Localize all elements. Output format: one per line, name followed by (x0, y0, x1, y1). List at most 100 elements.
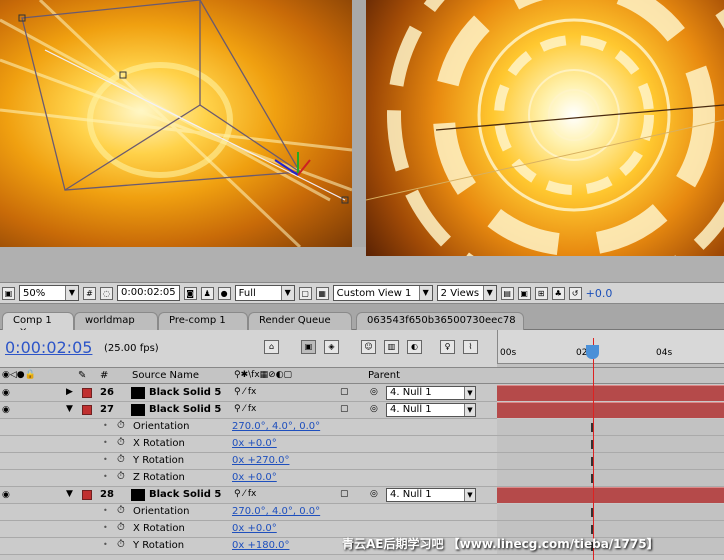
mask-visibility-icon[interactable]: ◌ (100, 286, 113, 300)
label-color-swatch[interactable] (82, 490, 92, 500)
property-value[interactable]: 0x +270.0° (232, 455, 289, 466)
toggle-pixel-aspect-icon[interactable]: ▤ (500, 286, 514, 300)
view-dropdown[interactable]: Custom View 1 ▼ (332, 285, 433, 301)
3d-layer-icon[interactable]: ▢ (340, 387, 349, 397)
layout-dropdown[interactable]: 2 Views ▼ (436, 285, 497, 301)
source-name-header[interactable]: Source Name (132, 370, 199, 381)
label-column-icon[interactable]: ✎ (78, 370, 86, 381)
property-row[interactable]: • ⏱ X Rotation 0x +0.0° (0, 436, 497, 453)
property-lane[interactable] (497, 504, 724, 521)
av-features-icon[interactable]: ◉◁●🔒 (2, 370, 36, 380)
frame-blending-icon[interactable]: ▥ (384, 340, 399, 354)
zoom-dropdown[interactable]: 50% ▼ (19, 285, 79, 301)
pickwhip-icon[interactable]: ◎ (370, 404, 378, 414)
stopwatch-icon[interactable]: ⏱ (117, 505, 125, 516)
layer-duration-bar[interactable] (497, 402, 724, 418)
dot-icon: • (103, 455, 108, 464)
twirl-open-icon[interactable]: ▼ (66, 404, 73, 414)
brainstorm-icon[interactable]: ♀ (440, 340, 455, 354)
layer-switches-icons[interactable]: ⚲ ⁄ fx (234, 489, 256, 499)
transparency-grid-icon[interactable]: ▦ (315, 286, 329, 300)
region-of-interest-icon[interactable]: ▢ (298, 286, 312, 300)
stopwatch-icon[interactable]: ⏱ (117, 539, 125, 550)
tab-pre-comp-1[interactable]: Pre-comp 1 (158, 312, 248, 330)
property-value[interactable]: 0x +0.0° (232, 438, 277, 449)
layer-switches-icons[interactable]: ⚲ ⁄ fx (234, 404, 256, 414)
tab-comp-1[interactable]: Comp 1 × (2, 312, 74, 337)
draft-3d-icon[interactable]: ◈ (324, 340, 339, 354)
pickwhip-icon[interactable]: ◎ (370, 489, 378, 499)
layer-switches-icons[interactable]: ⚲ ⁄ fx (234, 387, 256, 397)
comp-flowchart-icon[interactable]: ♣ (551, 286, 565, 300)
layer-row[interactable]: ◉ ▼ 27 Black Solid 5 ⚲ ⁄ fx ▢ ◎ 4. Null 1 ▼ (0, 402, 497, 419)
property-row[interactable]: • ⏱ Y Rotation 0x +270.0° (0, 453, 497, 470)
layer-row[interactable]: ◉ ▶ 26 Black Solid 5 ⚲ ⁄ fx ▢ ◎ 4. Null 1 ▼ (0, 385, 497, 402)
current-time-display[interactable]: 0:00:02:05 (5, 338, 92, 357)
parent-dropdown[interactable]: 4. Null 1 ▼ (386, 386, 476, 400)
tab-render-queue[interactable]: Render Queue (248, 312, 352, 330)
always-preview-icon[interactable]: ▣ (2, 286, 15, 300)
eye-icon[interactable]: ◉ (2, 490, 10, 500)
show-snapshot-icon[interactable]: ♟ (200, 286, 214, 300)
layer-name[interactable]: Black Solid 5 (149, 489, 221, 500)
property-lane[interactable] (497, 470, 724, 487)
switches-header-icons[interactable]: ⚲✱\fx▦⊘◐▢ (234, 370, 292, 380)
layer-number-header[interactable]: # (100, 370, 108, 381)
tab-worldmap[interactable]: worldmap (74, 312, 158, 330)
channel-icon[interactable]: ● (217, 286, 231, 300)
grid-overlay-icon[interactable]: # (83, 286, 96, 300)
stopwatch-icon[interactable]: ⏱ (117, 471, 125, 482)
resolution-dropdown[interactable]: Full ▼ (234, 285, 295, 301)
live-update-icon[interactable]: ▣ (301, 340, 316, 354)
property-row[interactable]: • ⏱ Orientation 270.0°, 4.0°, 0.0° (0, 504, 497, 521)
eye-icon[interactable]: ◉ (2, 388, 10, 398)
property-lane[interactable] (497, 436, 724, 453)
left-viewer-canvas[interactable] (0, 0, 352, 247)
exposure-value[interactable]: +0.0 (586, 287, 613, 300)
layer-row[interactable]: ◉ ▼ 28 Black Solid 5 ⚲ ⁄ fx ▢ ◎ 4. Null 1 ▼ (0, 487, 497, 504)
label-color-swatch[interactable] (82, 405, 92, 415)
3d-layer-icon[interactable]: ▢ (340, 489, 349, 499)
property-value[interactable]: 0x +0.0° (232, 472, 277, 483)
property-value[interactable]: 270.0°, 4.0°, 0.0° (232, 421, 320, 432)
stopwatch-icon[interactable]: ⏱ (117, 420, 125, 431)
property-value[interactable]: 0x +180.0° (232, 540, 289, 551)
comp-mini-flowchart-icon[interactable]: ⌂ (264, 340, 279, 354)
property-lane[interactable] (497, 419, 724, 436)
3d-layer-icon[interactable]: ▢ (340, 404, 349, 414)
fast-previews-icon[interactable]: ▣ (517, 286, 531, 300)
motion-blur-icon[interactable]: ◐ (407, 340, 422, 354)
parent-dropdown[interactable]: 4. Null 1 ▼ (386, 488, 476, 502)
right-viewer-canvas[interactable] (366, 0, 724, 256)
snapshot-icon[interactable]: ◙ (183, 286, 197, 300)
pickwhip-icon[interactable]: ◎ (370, 387, 378, 397)
property-row[interactable]: • ⏱ Z Rotation 0x +0.0° (0, 470, 497, 487)
stopwatch-icon[interactable]: ⏱ (117, 522, 125, 533)
current-time-indicator-head[interactable] (586, 345, 599, 359)
property-value[interactable]: 0x +0.0° (232, 523, 277, 534)
viewer-divider[interactable] (352, 0, 366, 282)
property-lane[interactable] (497, 453, 724, 470)
layer-name[interactable]: Black Solid 5 (149, 404, 221, 415)
graph-editor-icon[interactable]: ⌇ (463, 340, 478, 354)
current-time-indicator-line[interactable] (593, 338, 594, 560)
twirl-open-icon[interactable]: ▼ (66, 489, 73, 499)
property-row[interactable]: • ⏱ Orientation 270.0°, 4.0°, 0.0° (0, 419, 497, 436)
timeline-icon[interactable]: ⊞ (534, 286, 548, 300)
parent-dropdown[interactable]: 4. Null 1 ▼ (386, 403, 476, 417)
property-value[interactable]: 270.0°, 4.0°, 0.0° (232, 506, 320, 517)
hide-shy-layers-icon[interactable]: ☺ (361, 340, 376, 354)
stopwatch-icon[interactable]: ⏱ (117, 437, 125, 448)
reset-exposure-icon[interactable]: ↺ (568, 286, 582, 300)
stopwatch-icon[interactable]: ⏱ (117, 454, 125, 465)
tab-comp-hash[interactable]: 063543f650b36500730eec78 (356, 312, 524, 330)
eye-icon[interactable]: ◉ (2, 405, 10, 415)
label-color-swatch[interactable] (82, 388, 92, 398)
layer-name[interactable]: Black Solid 5 (149, 387, 221, 398)
parent-header[interactable]: Parent (368, 370, 400, 381)
layer-duration-bar[interactable] (497, 385, 724, 401)
viewer-timecode[interactable]: 0:00:02:05 (117, 285, 180, 301)
twirl-closed-icon[interactable]: ▶ (66, 387, 73, 397)
time-ruler[interactable]: 00s 02 04s (497, 330, 724, 367)
layer-duration-bar[interactable] (497, 487, 724, 503)
